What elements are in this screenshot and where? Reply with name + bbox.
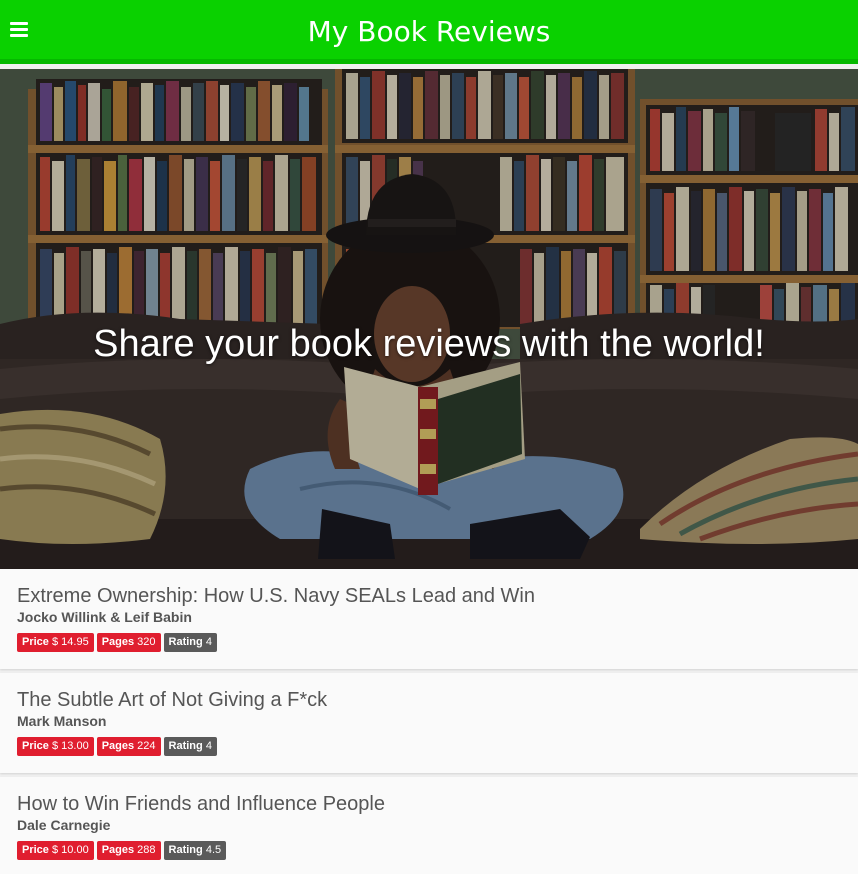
- pages-badge: Pages 288: [96, 841, 161, 860]
- rating-badge: Rating 4: [163, 737, 217, 756]
- book-tags: Price $ 10.00 Pages 288 Rating 4.5: [17, 841, 229, 860]
- book-card[interactable]: How to Win Friends and Influence People …: [0, 777, 858, 874]
- book-card[interactable]: Extreme Ownership: How U.S. Navy SEALs L…: [0, 569, 858, 669]
- pages-badge: Pages 320: [96, 633, 161, 652]
- price-badge: Price $ 13.00: [17, 737, 94, 756]
- app-root: My Book Reviews Share your book reviews …: [0, 0, 858, 874]
- book-list: Extreme Ownership: How U.S. Navy SEALs L…: [0, 569, 858, 874]
- book-tags: Price $ 13.00 Pages 224 Rating 4: [17, 737, 220, 756]
- hero-headline: Share your book reviews with the world!: [93, 323, 765, 365]
- book-title: The Subtle Art of Not Giving a F*ck: [17, 689, 328, 711]
- price-badge: Price $ 10.00: [17, 841, 94, 860]
- book-title: Extreme Ownership: How U.S. Navy SEALs L…: [17, 585, 535, 607]
- hero-image: [0, 69, 858, 569]
- hero-banner: Share your book reviews with the world!: [0, 69, 858, 569]
- rating-badge: Rating 4.5: [163, 841, 227, 860]
- book-author: Jocko Willink & Leif Babin: [17, 609, 192, 625]
- app-header: My Book Reviews: [0, 0, 858, 64]
- rating-badge: Rating 4: [163, 633, 217, 652]
- book-author: Mark Manson: [17, 713, 107, 729]
- book-author: Dale Carnegie: [17, 817, 111, 833]
- price-badge: Price $ 14.95: [17, 633, 94, 652]
- app-title: My Book Reviews: [307, 15, 551, 48]
- book-tags: Price $ 14.95 Pages 320 Rating 4: [17, 633, 220, 652]
- book-card[interactable]: The Subtle Art of Not Giving a F*ck Mark…: [0, 673, 858, 773]
- pages-badge: Pages 224: [96, 737, 161, 756]
- book-title: How to Win Friends and Influence People: [17, 793, 385, 815]
